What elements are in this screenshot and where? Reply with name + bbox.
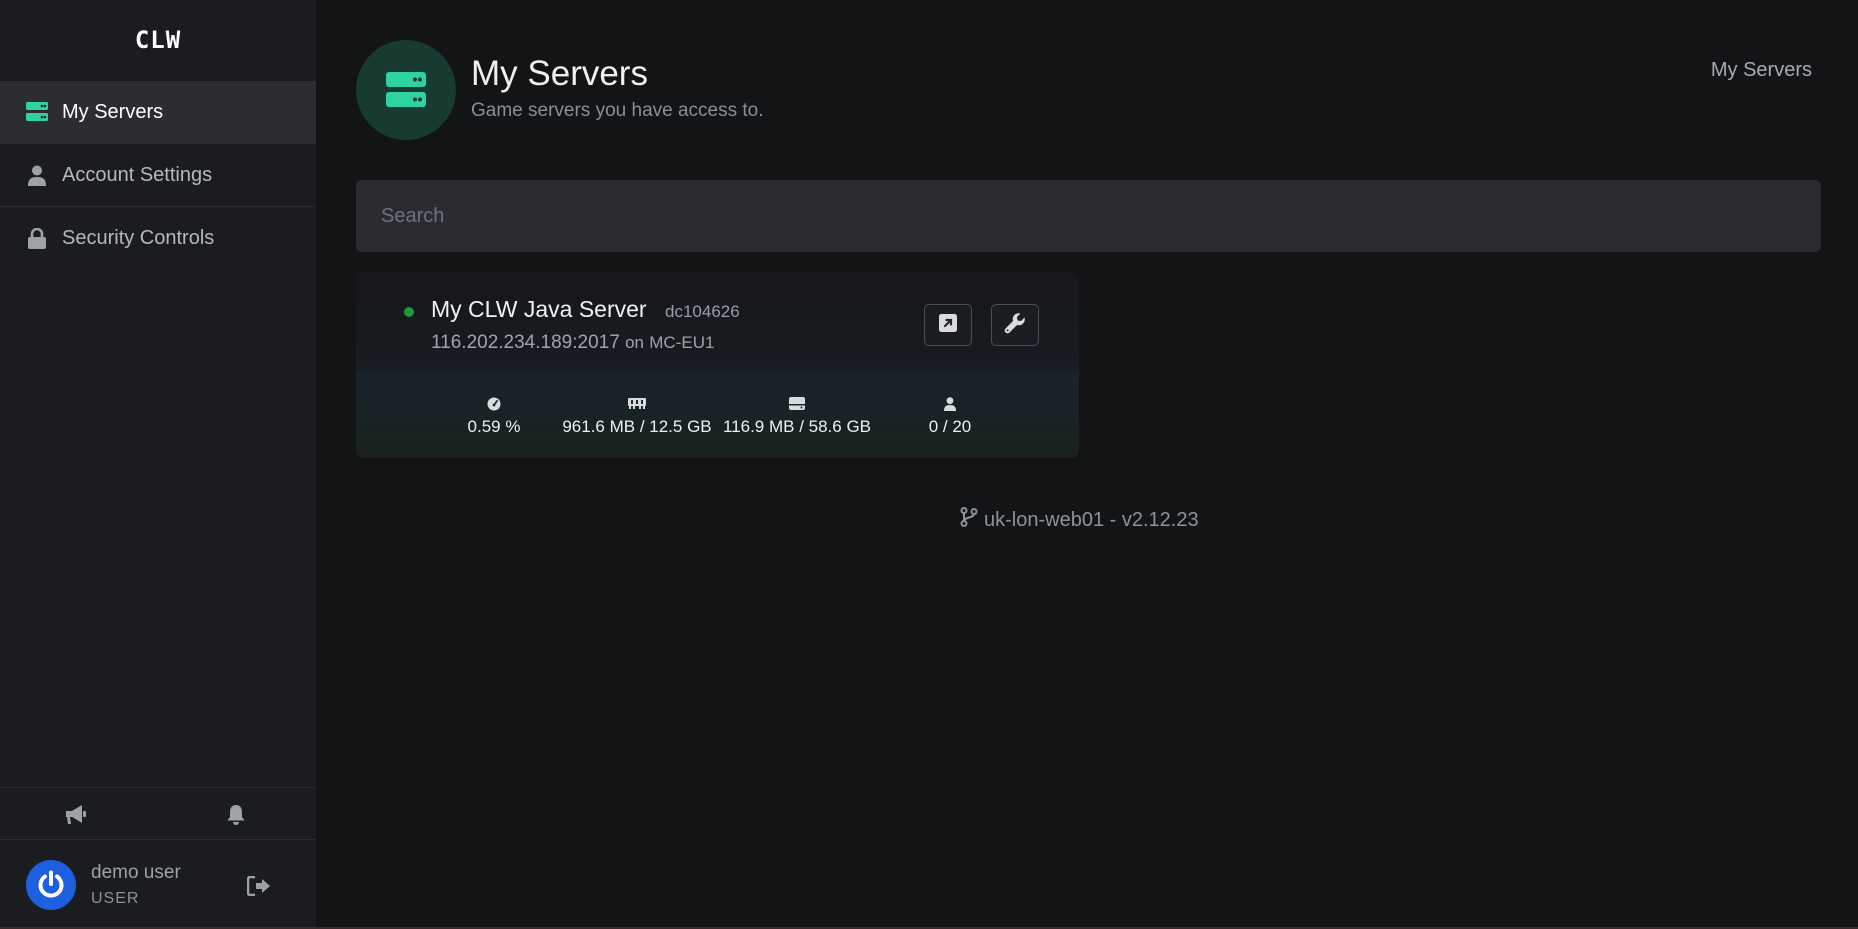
memory-icon [562, 397, 712, 413]
status-indicator [404, 307, 414, 317]
cpu-stat: 0.59 % [448, 397, 540, 437]
sidebar-item-my-servers[interactable]: My Servers [0, 81, 316, 143]
bell-icon[interactable] [222, 801, 250, 829]
avatar[interactable] [26, 860, 76, 910]
page-header-icon [356, 40, 456, 140]
page-title: My Servers [471, 54, 648, 93]
server-on-label: on [625, 333, 644, 352]
breadcrumb[interactable]: My Servers [1711, 59, 1812, 82]
sidebar-bottom-icons [0, 789, 316, 839]
user-role: USER [91, 890, 140, 907]
server-address-line: 116.202.234.189:2017 on MC-EU1 [431, 332, 714, 354]
server-card[interactable]: My CLW Java Server dc104626 116.202.234.… [356, 272, 1079, 458]
hard-drive-icon [722, 397, 872, 413]
server-node: MC-EU1 [649, 333, 715, 352]
memory-value: 961.6 MB / 12.5 GB [562, 417, 712, 436]
code-branch-icon [960, 507, 984, 533]
server-address: 116.202.234.189:2017 [431, 332, 620, 353]
players-stat: 0 / 20 [914, 397, 986, 437]
search-input[interactable] [356, 180, 1821, 252]
version-text: uk-lon-web01 - v2.12.23 [984, 508, 1199, 531]
page-subtitle: Game servers you have access to. [471, 100, 764, 121]
sidebar: CLW My Servers Account Settings Security… [0, 0, 316, 929]
server-name: My CLW Java Server [431, 296, 647, 322]
lock-icon [26, 227, 48, 249]
open-server-button[interactable] [924, 304, 972, 346]
disk-stat: 116.9 MB / 58.6 GB [722, 397, 872, 437]
divider [0, 787, 316, 788]
user-icon [26, 164, 48, 186]
memory-stat: 961.6 MB / 12.5 GB [562, 397, 712, 437]
wrench-icon [1004, 312, 1026, 339]
manage-server-button[interactable] [991, 304, 1039, 346]
megaphone-icon[interactable] [62, 801, 90, 829]
app-logo[interactable]: CLW [0, 26, 316, 54]
sidebar-item-label: Account Settings [62, 163, 213, 186]
disk-value: 116.9 MB / 58.6 GB [722, 417, 872, 436]
server-icon [26, 101, 48, 123]
sidebar-item-label: Security Controls [62, 226, 215, 249]
version-footer: uk-lon-web01 - v2.12.23 [960, 507, 1199, 533]
logout-icon[interactable] [246, 874, 272, 898]
sidebar-item-account-settings[interactable]: Account Settings [0, 144, 316, 206]
user-profile: demo user USER [0, 840, 316, 929]
players-value: 0 / 20 [928, 417, 972, 436]
sidebar-item-label: My Servers [62, 100, 164, 123]
cpu-value: 0.59 % [467, 417, 521, 436]
sidebar-item-security-controls[interactable]: Security Controls [0, 207, 316, 269]
user-icon [914, 397, 986, 413]
external-link-icon [939, 313, 957, 337]
server-id: dc104626 [665, 302, 740, 321]
gauge-icon [448, 397, 540, 413]
user-name: demo user [91, 862, 181, 883]
